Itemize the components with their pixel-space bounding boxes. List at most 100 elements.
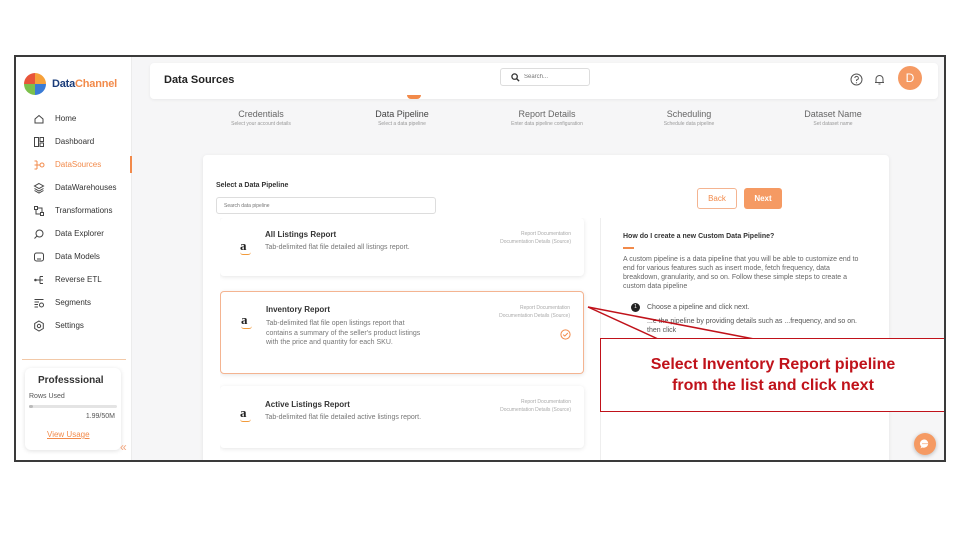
annotation-line-1: Select Inventory Report pipeline	[650, 356, 896, 373]
top-header: Data Sources D	[150, 63, 938, 99]
avatar[interactable]: D	[898, 66, 922, 90]
sidebar-item-label: Dashboard	[55, 137, 95, 146]
pipeline-doc-links: Report Documentation Documentation Detai…	[500, 230, 571, 246]
settings-icon	[34, 319, 44, 332]
pipeline-card-all-listings[interactable]: a All Listings Report Tab-delimited flat…	[220, 218, 584, 276]
transform-icon	[34, 205, 44, 216]
report-documentation-link[interactable]: Report Documentation	[500, 398, 571, 406]
explorer-icon	[34, 229, 44, 239]
pipeline-doc-links: Report Documentation Documentation Detai…	[499, 304, 570, 320]
dashboard-icon	[34, 136, 44, 147]
help-step-text: ...e the pipeline by providing details s…	[647, 318, 857, 334]
step-title: Scheduling	[666, 109, 712, 119]
pipeline-title: All Listings Report	[265, 230, 337, 239]
bell-icon[interactable]	[873, 73, 886, 86]
view-usage-link[interactable]: View Usage	[47, 430, 90, 439]
sidebar-divider	[22, 359, 126, 360]
usage-bar	[29, 405, 117, 408]
step-subtitle: Enter data pipeline configuration	[511, 121, 583, 127]
pipeline-title: Active Listings Report	[265, 400, 350, 409]
pipeline-list: a All Listings Report Tab-delimited flat…	[220, 218, 588, 460]
sidebar-item-settings[interactable]: Settings	[16, 314, 132, 337]
step-subtitle: Schedule data pipeline	[663, 121, 715, 127]
sidebar-item-label: Reverse ETL	[55, 275, 102, 284]
usage-bar-fill	[29, 405, 33, 408]
amazon-logo-icon: a	[240, 238, 252, 255]
chat-icon	[919, 439, 929, 449]
sidebar-item-dashboard[interactable]: Dashboard	[16, 130, 132, 153]
next-button[interactable]: Next	[744, 188, 782, 209]
segments-icon	[34, 298, 44, 307]
logo-icon	[24, 73, 46, 95]
sidebar-item-data-models[interactable]: Data Models	[16, 245, 132, 268]
report-documentation-link[interactable]: Report Documentation	[499, 304, 570, 312]
models-icon	[34, 252, 44, 261]
pipeline-description: Tab-delimited flat file detailed all lis…	[265, 244, 410, 251]
help-step-1: 1 Choose a pipeline and click next.	[631, 303, 861, 312]
plan-card: Professsional Rows Used 1.99/50M View Us…	[25, 368, 121, 450]
logo-text: DataChannel	[52, 78, 118, 90]
sidebar-item-datawarehouses[interactable]: DataWarehouses	[16, 176, 132, 199]
pipeline-search-input[interactable]	[216, 197, 436, 214]
amazon-logo-icon: a	[240, 405, 252, 422]
sidebar-item-transformations[interactable]: Transformations	[16, 199, 132, 222]
pipeline-card-inventory[interactable]: a Inventory Report Tab-delimited flat fi…	[220, 291, 584, 374]
panel-label: Select a Data Pipeline	[216, 182, 289, 189]
pipeline-panel: Select a Data Pipeline Back Next a All L…	[203, 155, 889, 460]
search-icon	[511, 72, 520, 82]
app-window: DataChannel Home Dashboard DataSources D…	[14, 55, 946, 462]
sidebar-item-label: Transformations	[55, 206, 113, 215]
chat-button[interactable]	[914, 433, 936, 455]
step-subtitle: Set dataset name	[813, 121, 853, 127]
documentation-details-link[interactable]: Documentation Details (Source)	[499, 312, 570, 320]
pipeline-doc-links: Report Documentation Documentation Detai…	[500, 398, 571, 414]
help-accent-bar	[623, 247, 634, 249]
usage-value: 1.99/50M	[85, 413, 115, 420]
sidebar-item-datasources[interactable]: DataSources	[16, 153, 132, 176]
wizard-stepper: Credentials Select your account details …	[191, 95, 931, 137]
sidebar-item-reverse-etl[interactable]: Reverse ETL	[16, 268, 132, 291]
page-title: Data Sources	[164, 74, 235, 86]
sidebar-item-segments[interactable]: Segments	[16, 291, 132, 314]
step-title: Data Pipeline	[375, 109, 429, 119]
database-icon	[33, 182, 45, 194]
step-scheduling[interactable]: Scheduling Schedule data pipeline	[619, 109, 759, 127]
step-dataset-name[interactable]: Dataset Name Set dataset name	[763, 109, 903, 127]
reverse-etl-icon	[34, 275, 43, 284]
collapse-sidebar-button[interactable]: «	[120, 440, 127, 454]
header-search-input[interactable]	[524, 74, 584, 80]
step-credentials[interactable]: Credentials Select your account details	[191, 109, 331, 127]
step-title: Dataset Name	[804, 109, 862, 119]
documentation-details-link[interactable]: Documentation Details (Source)	[500, 238, 571, 246]
sidebar-item-label: Settings	[55, 321, 84, 330]
sidebar-item-label: Data Models	[55, 252, 100, 261]
header-search[interactable]	[500, 68, 590, 86]
report-documentation-link[interactable]: Report Documentation	[500, 230, 571, 238]
pipeline-description: Tab-delimited flat file detailed active …	[265, 414, 422, 421]
sidebar-item-label: Home	[55, 114, 77, 123]
help-step-text: Choose a pipeline and click next.	[647, 304, 750, 311]
pipeline-title: Inventory Report	[266, 305, 331, 314]
pipeline-card-active-listings[interactable]: a Active Listings Report Tab-delimited f…	[220, 386, 584, 448]
sidebar-item-label: DataWarehouses	[55, 183, 117, 192]
step-data-pipeline[interactable]: Data Pipeline Select a data pipeline	[332, 109, 472, 127]
step-title: Report Details	[518, 109, 576, 119]
sidebar-item-data-explorer[interactable]: Data Explorer	[16, 222, 132, 245]
help-icon[interactable]	[850, 73, 863, 86]
step-report-details[interactable]: Report Details Enter data pipeline confi…	[477, 109, 617, 127]
logo[interactable]: DataChannel	[24, 71, 117, 97]
documentation-details-link[interactable]: Documentation Details (Source)	[500, 406, 571, 414]
sidebar: DataChannel Home Dashboard DataSources D…	[16, 57, 132, 460]
step-subtitle: Select a data pipeline	[378, 121, 426, 127]
amazon-logo-icon: a	[241, 312, 253, 329]
step-title: Credentials	[238, 109, 284, 119]
back-button[interactable]: Back	[697, 188, 737, 209]
sidebar-item-label: Segments	[55, 298, 92, 307]
annotation-line-2: from the list and click next	[672, 377, 874, 394]
help-title: How do I create a new Custom Data Pipeli…	[623, 233, 775, 240]
pipeline-description: Tab-delimited flat file open listings re…	[266, 320, 421, 346]
sidebar-item-home[interactable]: Home	[16, 107, 132, 130]
check-circle-icon	[560, 329, 571, 340]
step-active-indicator	[407, 95, 421, 99]
sidebar-nav: Home Dashboard DataSources DataWarehouse…	[16, 107, 132, 337]
